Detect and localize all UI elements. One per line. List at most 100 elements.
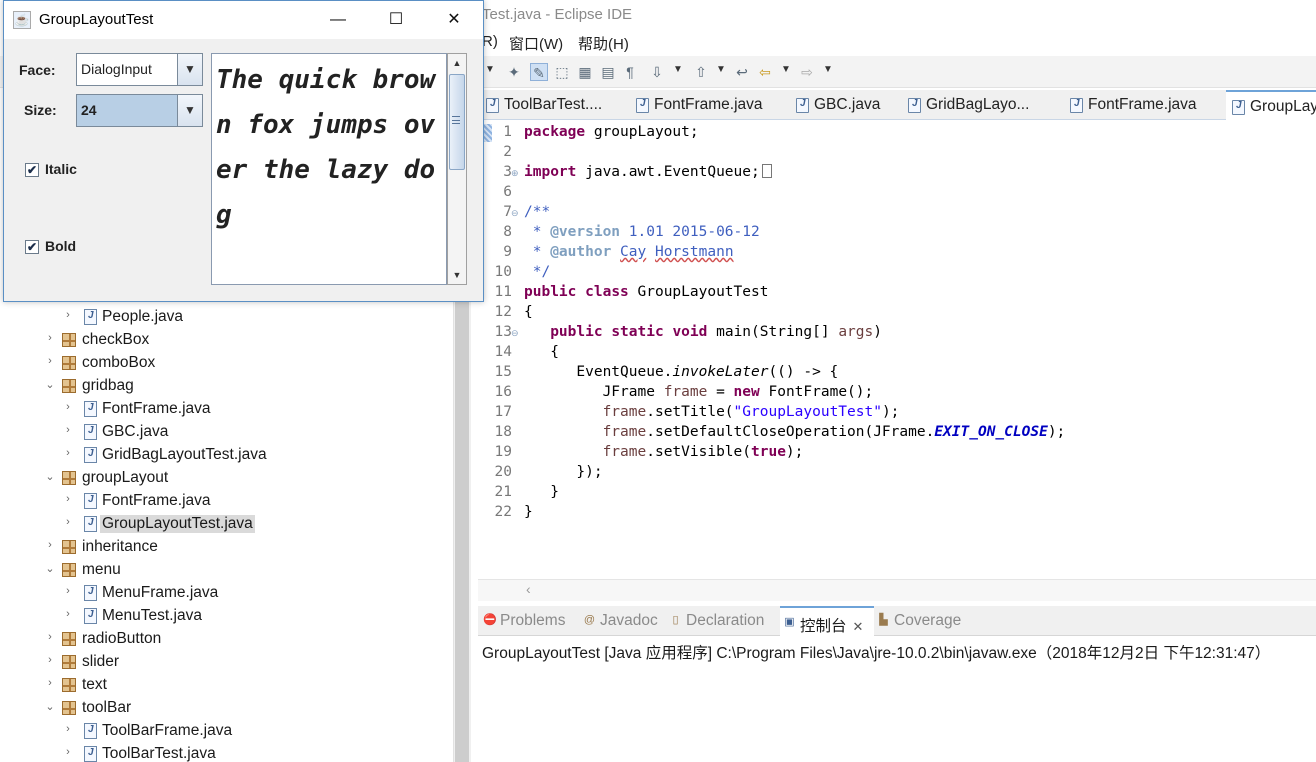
- editor-tab-toolbartest[interactable]: ToolBarTest....: [480, 90, 602, 120]
- explorer-scrollbar-thumb[interactable]: [455, 300, 469, 762]
- chevron-down-icon[interactable]: ▼: [716, 64, 726, 75]
- tab-coverage[interactable]: ▙ Coverage: [874, 606, 961, 636]
- maximize-button[interactable]: ☐: [367, 1, 425, 39]
- chevron-right-icon[interactable]: ›: [62, 309, 74, 321]
- line-number: 12: [494, 304, 512, 320]
- face-combobox[interactable]: DialogInput ▼: [76, 53, 203, 86]
- chevron-right-icon[interactable]: ›: [62, 746, 74, 758]
- chevron-right-icon[interactable]: ›: [62, 608, 74, 620]
- scroll-up-icon[interactable]: ▲: [448, 54, 466, 72]
- chevron-down-icon[interactable]: ⌄: [44, 700, 56, 713]
- chevron-down-icon[interactable]: ▼: [673, 64, 683, 75]
- java-file-icon: [84, 585, 97, 601]
- size-combobox[interactable]: 24 ▼: [76, 94, 203, 127]
- chevron-down-icon[interactable]: ▼: [177, 54, 202, 85]
- package-icon: [62, 540, 76, 554]
- tab-declaration[interactable]: ▯ Declaration: [666, 606, 764, 636]
- java-cup-icon: ☕: [13, 11, 31, 29]
- expand-fold-icon[interactable]: ⊕: [511, 168, 519, 179]
- code-line: * @author Cay Horstmann: [524, 244, 734, 260]
- line-number-gutter: 1 2 3 ⊕ 6 7 ⊖ 8 9 10 11 12 13 ⊖ 14 15 16…: [478, 121, 522, 579]
- minimize-button[interactable]: —: [309, 1, 367, 39]
- chevron-right-icon[interactable]: ›: [62, 723, 74, 735]
- scroll-down-icon[interactable]: ▼: [448, 266, 466, 284]
- package-icon: [62, 379, 76, 393]
- chevron-down-icon[interactable]: ⌄: [44, 562, 56, 575]
- code-line: import java.awt.EventQueue;: [524, 164, 772, 180]
- menu-window[interactable]: 窗口(W): [509, 33, 563, 54]
- chevron-down-icon[interactable]: ▼: [485, 64, 495, 75]
- close-tab-icon[interactable]: ✕: [853, 619, 864, 634]
- forward-icon[interactable]: ⇨: [798, 63, 816, 81]
- last-edit-icon[interactable]: ↩: [733, 63, 751, 81]
- tab-javadoc[interactable]: @ Javadoc: [580, 606, 658, 636]
- chevron-down-icon[interactable]: ▼: [177, 95, 202, 126]
- chevron-right-icon[interactable]: ›: [62, 447, 74, 459]
- package-icon: [62, 563, 76, 577]
- chevron-right-icon[interactable]: ›: [44, 539, 56, 551]
- chevron-down-icon[interactable]: ▼: [781, 64, 791, 75]
- editor-horizontal-scrollbar[interactable]: ‹: [478, 579, 1316, 601]
- chevron-down-icon[interactable]: ⌄: [44, 378, 56, 391]
- line-number: 13: [494, 324, 512, 340]
- code-line: });: [524, 464, 603, 480]
- code-area[interactable]: package groupLayout; import java.awt.Eve…: [524, 121, 1314, 579]
- word-wrap-icon[interactable]: ▦: [576, 63, 594, 81]
- show-source-icon[interactable]: ▤: [599, 63, 617, 81]
- tab-console[interactable]: ▣ 控制台 ✕: [780, 606, 874, 636]
- bold-label[interactable]: Bold: [45, 238, 76, 254]
- editor-tab-grouplayouttest[interactable]: GroupLay: [1226, 90, 1316, 120]
- sample-text-area[interactable]: The quick brown fox jumps over the lazy …: [211, 53, 447, 285]
- italic-label[interactable]: Italic: [45, 161, 77, 177]
- editor-tab-bar: ToolBarTest.... FontFrame.java GBC.java …: [478, 90, 1316, 120]
- java-file-icon: [84, 424, 97, 440]
- chevron-down-icon[interactable]: ⌄: [44, 470, 56, 483]
- menu-help[interactable]: 帮助(H): [578, 33, 629, 54]
- block-selection-icon[interactable]: ⬚: [553, 63, 571, 81]
- collapse-fold-icon[interactable]: ⊖: [511, 208, 519, 219]
- menu-run-fragment[interactable]: R): [482, 33, 498, 50]
- line-number: 17: [494, 404, 512, 420]
- scroll-left-icon[interactable]: ‹: [526, 581, 531, 597]
- collapse-fold-icon[interactable]: ⊖: [511, 328, 519, 339]
- chevron-right-icon[interactable]: ›: [44, 677, 56, 689]
- previous-annotation-icon[interactable]: ⇧: [692, 63, 710, 81]
- folded-imports-box-icon[interactable]: [761, 164, 772, 178]
- show-whitespace-icon[interactable]: ¶: [621, 63, 639, 81]
- chevron-right-icon[interactable]: ›: [62, 585, 74, 597]
- chevron-right-icon[interactable]: ›: [44, 332, 56, 344]
- tab-problems[interactable]: ⛔ Problems: [480, 606, 565, 636]
- chevron-right-icon[interactable]: ›: [62, 516, 74, 528]
- line-number: 19: [494, 444, 512, 460]
- code-line: public static void main(String[] args): [550, 324, 882, 340]
- dialog-title-bar[interactable]: ☕ GroupLayoutTest — ☐ ✕: [4, 1, 483, 39]
- sample-vertical-scrollbar[interactable]: ▲ ▼: [447, 53, 467, 285]
- chevron-right-icon[interactable]: ›: [44, 631, 56, 643]
- problems-icon: ⛔: [483, 614, 497, 626]
- chevron-right-icon[interactable]: ›: [62, 493, 74, 505]
- chevron-down-icon[interactable]: ▼: [823, 64, 833, 75]
- editor-tab-fontframe-grouplayout[interactable]: FontFrame.java: [1064, 90, 1197, 120]
- editor-tab-gbc[interactable]: GBC.java: [790, 90, 880, 120]
- java-file-icon: [1232, 100, 1245, 115]
- editor-tab-fontframe-gridbag[interactable]: FontFrame.java: [630, 90, 763, 120]
- italic-checkbox[interactable]: ✔: [25, 163, 39, 177]
- bold-checkbox[interactable]: ✔: [25, 240, 39, 254]
- mark-occurrences-icon[interactable]: ✎: [530, 63, 548, 81]
- dialog-title: GroupLayoutTest: [39, 11, 154, 28]
- chevron-right-icon[interactable]: ›: [44, 355, 56, 367]
- back-icon[interactable]: ⇦: [756, 63, 774, 81]
- coverage-icon: ▙: [879, 614, 888, 626]
- code-line: */: [524, 264, 551, 280]
- next-annotation-icon[interactable]: ⇩: [648, 63, 666, 81]
- code-line: package groupLayout;: [524, 124, 699, 140]
- code-editor[interactable]: 1 2 3 ⊕ 6 7 ⊖ 8 9 10 11 12 13 ⊖ 14 15 16…: [478, 121, 1316, 579]
- chevron-right-icon[interactable]: ›: [62, 424, 74, 436]
- java-file-icon: [84, 309, 97, 325]
- close-button[interactable]: ✕: [425, 1, 483, 39]
- face-label: Face:: [19, 62, 56, 78]
- editor-tab-gridbaglayouttest[interactable]: GridBagLayo...: [902, 90, 1029, 120]
- chevron-right-icon[interactable]: ›: [44, 654, 56, 666]
- chevron-right-icon[interactable]: ›: [62, 401, 74, 413]
- open-type-icon[interactable]: ✦: [505, 63, 523, 81]
